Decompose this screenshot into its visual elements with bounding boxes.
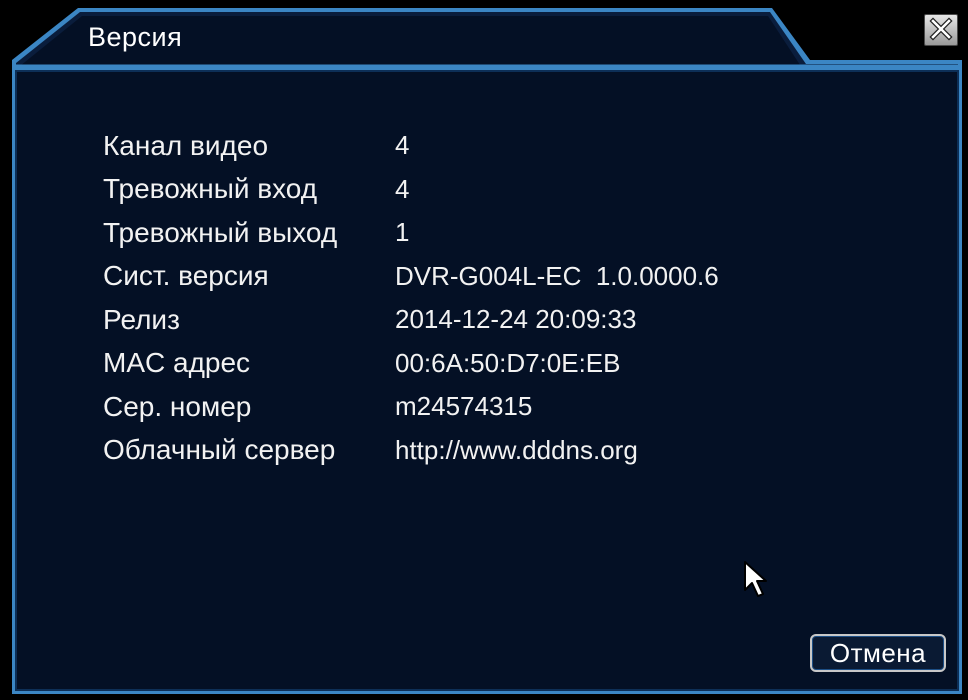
- info-value: m24574315: [395, 391, 533, 422]
- info-row-cloud-server: Облачный сервер http://www.dddns.org: [103, 429, 719, 473]
- info-label: Облачный сервер: [103, 434, 336, 466]
- info-row-alarm-input: Тревожный вход 4: [103, 168, 719, 212]
- info-row-alarm-output: Тревожный выход 1: [103, 211, 719, 255]
- version-info-list: Канал видео 4 Тревожный вход 4 Тревожный…: [103, 124, 719, 472]
- info-value: 00:6A:50:D7:0E:EB: [395, 347, 621, 378]
- dialog-title: Версия: [88, 22, 183, 52]
- info-row-system-version: Сист. версия DVR-G004L-EC 1.0.0000.6: [103, 255, 719, 299]
- info-value: 2014-12-24 20:09:33: [395, 304, 637, 335]
- info-value: 4: [395, 130, 410, 161]
- info-value: http://www.dddns.org: [395, 434, 638, 465]
- info-label: Тревожный вход: [103, 173, 318, 205]
- mouse-cursor-icon: [744, 561, 767, 597]
- cancel-button[interactable]: Отмена: [810, 634, 946, 672]
- version-dialog: Версия Канал видео 4 Тревожный вход 4 Тр…: [0, 0, 968, 700]
- info-row-mac-address: MAC адрес 00:6A:50:D7:0E:EB: [103, 342, 719, 386]
- info-label: Канал видео: [103, 129, 269, 161]
- info-value: DVR-G004L-EC 1.0.0000.6: [395, 260, 719, 291]
- close-icon: [929, 17, 953, 41]
- info-label: Тревожный выход: [103, 216, 338, 248]
- info-value: 1: [395, 217, 410, 248]
- info-label: Сист. версия: [103, 260, 269, 292]
- info-label: MAC адрес: [103, 347, 251, 379]
- info-label: Релиз: [103, 303, 180, 335]
- info-label: Сер. номер: [103, 390, 252, 422]
- info-row-release: Релиз 2014-12-24 20:09:33: [103, 298, 719, 342]
- info-row-video-channels: Канал видео 4: [103, 124, 719, 168]
- info-row-serial-number: Сер. номер m24574315: [103, 385, 719, 429]
- info-value: 4: [395, 173, 410, 204]
- content-panel: Канал видео 4 Тревожный вход 4 Тревожный…: [12, 67, 962, 694]
- close-button[interactable]: [924, 14, 958, 46]
